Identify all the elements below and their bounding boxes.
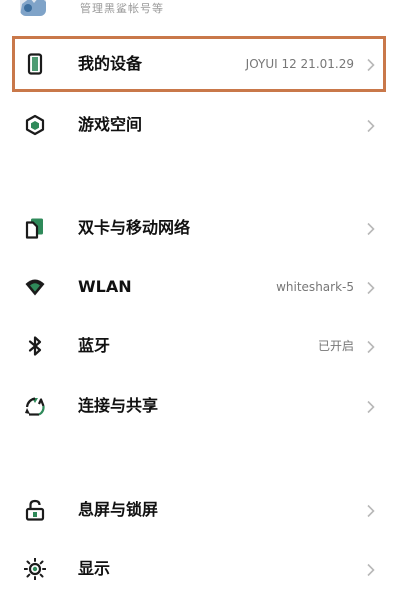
settings-item-label: 蓝牙 [78, 336, 111, 355]
chevron-right-icon [366, 57, 376, 72]
settings-item-display[interactable]: 显示 [0, 541, 400, 597]
chevron-right-icon [366, 503, 376, 518]
settings-item-value: 已开启 [317, 339, 354, 353]
settings-item-my-device[interactable]: 我的设备 JOYUI 12 21.01.29 [0, 36, 400, 92]
recycle-share-icon [24, 395, 46, 417]
chevron-right-icon [366, 221, 376, 236]
chevron-right-icon [366, 399, 376, 414]
account-avatar-icon [20, 0, 46, 16]
settings-item-game-space[interactable]: 游戏空间 [0, 97, 400, 153]
settings-item-wlan[interactable]: WLAN whiteshark-5 [0, 259, 400, 315]
chevron-right-icon [366, 280, 376, 295]
phone-device-icon [24, 53, 46, 75]
settings-screen: 管理黑鲨帐号等 我的设备 JOYUI 12 21.01.29 游戏空间 双卡与移… [0, 0, 400, 580]
settings-item-dual-sim[interactable]: 双卡与移动网络 [0, 200, 400, 256]
bluetooth-icon [24, 335, 46, 357]
settings-item-label: 息屏与锁屏 [78, 500, 159, 519]
settings-item-label: 双卡与移动网络 [78, 218, 191, 237]
settings-item-label: 我的设备 [78, 54, 143, 73]
settings-item-label: 显示 [78, 559, 111, 578]
chevron-right-icon [366, 562, 376, 577]
game-cube-icon [24, 114, 46, 136]
wifi-icon [24, 276, 46, 298]
chevron-right-icon [366, 118, 376, 133]
sim-card-icon [24, 217, 46, 239]
settings-item-connection-sharing[interactable]: 连接与共享 [0, 378, 400, 434]
settings-item-bluetooth[interactable]: 蓝牙 已开启 [0, 318, 400, 374]
sun-display-icon [24, 558, 46, 580]
settings-item-label: WLAN [78, 277, 132, 296]
settings-item-label: 游戏空间 [78, 115, 143, 134]
chevron-right-icon [366, 339, 376, 354]
settings-item-lock-screen[interactable]: 息屏与锁屏 [0, 482, 400, 538]
account-row-partial[interactable]: 管理黑鲨帐号等 [0, 0, 400, 24]
lock-icon [24, 499, 46, 521]
settings-item-label: 连接与共享 [78, 396, 159, 415]
settings-item-value: JOYUI 12 21.01.29 [245, 57, 354, 71]
settings-item-value: whiteshark-5 [276, 280, 354, 294]
account-subtitle: 管理黑鲨帐号等 [80, 2, 164, 15]
